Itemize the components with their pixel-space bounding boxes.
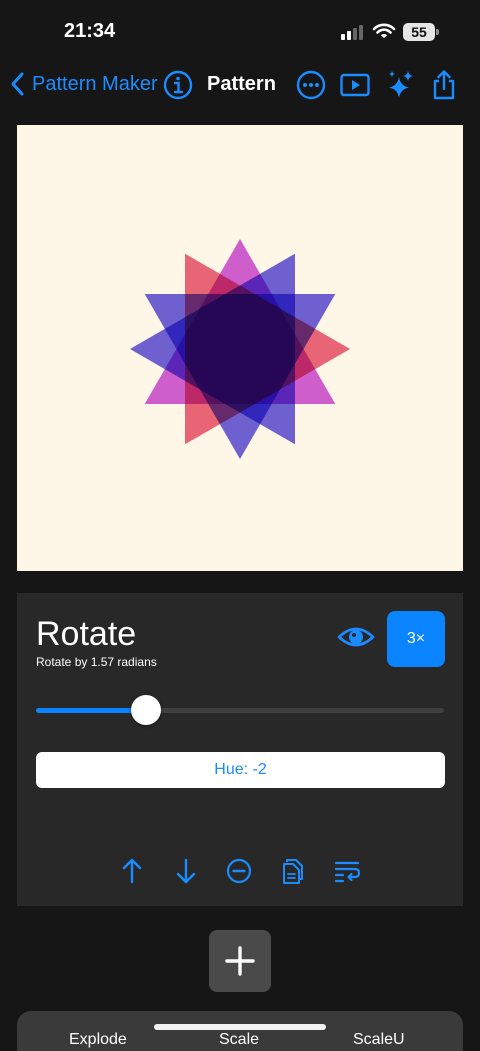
arrow-down-icon[interactable]: [172, 857, 200, 885]
info-icon[interactable]: [161, 68, 195, 102]
eye-icon[interactable]: [337, 619, 375, 655]
arrow-up-icon[interactable]: [118, 857, 146, 885]
wifi-icon: [372, 23, 396, 38]
pattern-preview: [130, 239, 350, 459]
chevron-left-icon: [11, 72, 24, 96]
battery-indicator: 55: [403, 23, 435, 41]
transform-picker-sheet[interactable]: Explode Scale ScaleU: [17, 1011, 463, 1051]
plus-icon: [225, 946, 255, 976]
share-icon[interactable]: [427, 68, 461, 102]
sheet-item-explode[interactable]: Explode: [69, 1031, 127, 1049]
home-indicator: [154, 1024, 326, 1030]
transform-title: Rotate: [36, 615, 137, 653]
back-button[interactable]: Pattern Maker: [10, 66, 158, 102]
sheet-item-scaleu[interactable]: ScaleU: [353, 1031, 405, 1049]
play-icon[interactable]: [338, 68, 372, 102]
multiplier-button[interactable]: 3×: [387, 611, 445, 667]
cellular-signal-icon: [341, 24, 365, 40]
ellipsis-icon[interactable]: [294, 68, 328, 102]
sparkles-icon[interactable]: [383, 68, 417, 102]
hue-button[interactable]: Hue: -2: [36, 752, 445, 788]
documents-icon[interactable]: [279, 857, 307, 885]
pattern-canvas[interactable]: [17, 125, 463, 571]
sheet-item-scale[interactable]: Scale: [219, 1031, 259, 1049]
minus-circle-icon[interactable]: [225, 857, 253, 885]
transform-panel: Rotate Rotate by 1.57 radians 3× Hue: -2: [17, 593, 463, 906]
rotation-slider-fill: [36, 708, 147, 713]
rotation-slider-thumb[interactable]: [131, 695, 162, 725]
status-time: 21:34: [64, 20, 116, 42]
transform-subtitle: Rotate by 1.57 radians: [36, 655, 157, 669]
battery-nub: [436, 29, 439, 35]
page-title: Pattern: [207, 73, 276, 95]
wrap-text-icon[interactable]: [333, 857, 361, 885]
add-transform-button[interactable]: [209, 930, 271, 992]
back-label: Pattern Maker: [32, 72, 158, 95]
